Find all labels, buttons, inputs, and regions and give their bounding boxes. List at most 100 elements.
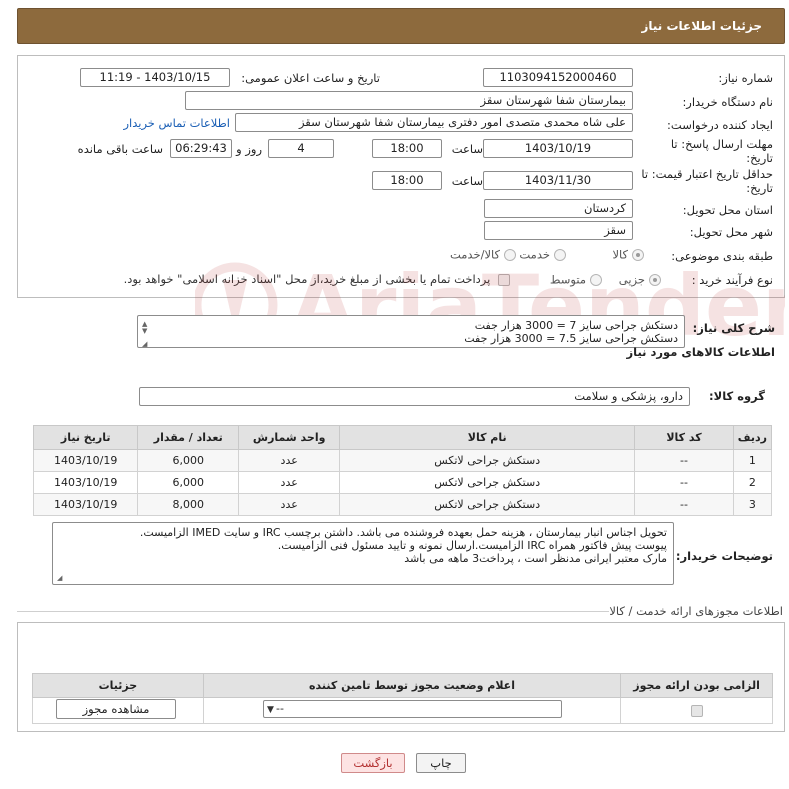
print-button[interactable]: چاپ [416, 753, 466, 773]
goods-group-field: دارو، پزشکی و سلامت [139, 387, 690, 406]
validity-label: حداقل تاریخ اعتبار قیمت: تا [641, 167, 773, 181]
resize-grip-icon[interactable]: ◢ [57, 572, 62, 584]
announce-datetime-field: 1403/10/15 - 11:19 [80, 68, 230, 87]
radio-icon[interactable] [554, 248, 566, 261]
item-code: -- [634, 449, 734, 472]
validity-time-label: ساعت [451, 174, 483, 188]
col-unit: واحد شمارش [238, 425, 341, 450]
validity-date-field: 1403/11/30 [483, 171, 633, 190]
province-label: استان محل تحویل: [682, 203, 773, 217]
item-quantity: 6,000 [137, 471, 240, 494]
col-quantity: تعداد / مقدار [137, 425, 240, 450]
table-row: 3 -- دستکش جراحی لاتکس عدد 8,000 1403/10… [32, 493, 773, 516]
requester-field: علی شاه محمدی متصدی امور دفتری بیمارستان… [235, 113, 633, 132]
buyer-contact-link[interactable]: اطلاعات تماس خریدار [123, 116, 230, 130]
treasury-payment-option[interactable]: پرداخت تمام یا بخشی از مبلغ خرید،از محل … [124, 272, 510, 286]
item-name: دستکش جراحی لاتکس [339, 493, 636, 516]
category-option-service[interactable]: خدمت [519, 247, 566, 262]
col-permit-required: الزامی بودن ارائه مجوز [620, 673, 773, 698]
purchase-option-minor[interactable]: جزیی [619, 272, 661, 287]
requester-label: ایجاد کننده درخواست: [667, 118, 773, 132]
item-need-date: 1403/10/19 [32, 493, 139, 516]
col-row-number: ردیف [732, 425, 773, 450]
province-field: کردستان [484, 199, 633, 218]
deadline-label: مهلت ارسال پاسخ: تا [670, 137, 773, 151]
goods-section-title: اطلاعات کالاهای مورد نیاز [626, 345, 775, 359]
summary-label: شرح کلی نیاز: [692, 321, 775, 335]
category-option-goods-service[interactable]: کالا/خدمت [450, 247, 516, 262]
remaining-time-label: ساعت باقی مانده [77, 142, 163, 156]
radio-icon[interactable] [504, 248, 516, 261]
deadline-date-field: 1403/10/19 [483, 139, 633, 158]
permit-status-value: -- [276, 702, 284, 715]
page-title: جزئیات اطلاعات نیاز [641, 19, 762, 33]
table-row: 1 -- دستکش جراحی لاتکس عدد 6,000 1403/10… [32, 449, 773, 472]
city-field: سقز [484, 221, 633, 240]
radio-icon[interactable] [590, 273, 602, 286]
remaining-time-field: 06:29:43 [170, 139, 232, 158]
permit-required-cell [620, 697, 773, 724]
goods-table: ردیف کد کالا نام کالا واحد شمارش تعداد /… [32, 425, 773, 516]
col-item-name: نام کالا [339, 425, 636, 450]
buyer-notes-line-2: پیوست پیش فاکتور همراه IRC الزامیست.ارسا… [277, 539, 667, 552]
checkbox-icon[interactable] [498, 273, 510, 286]
item-need-date: 1403/10/19 [32, 471, 139, 494]
buyer-notes-line-3: مارک معتبر ایرانی مدنظر است ، پرداخت3 ما… [404, 552, 667, 565]
buyer-notes-line-1: تحویل اجناس انبار بیمارستان ، هزینه حمل … [139, 526, 667, 539]
item-unit: عدد [238, 471, 341, 494]
item-name: دستکش جراحی لاتکس [339, 449, 636, 472]
col-permit-details: جزئیات [32, 673, 204, 698]
buyer-notes-label: توضیحات خریدار: [675, 549, 773, 563]
deadline-time-field: 18:00 [372, 139, 442, 158]
goods-group-label: گروه کالا: [709, 389, 765, 403]
remaining-days-field: 4 [268, 139, 334, 158]
buyer-org-field: بیمارستان شفا شهرستان سقز [185, 91, 633, 110]
permits-section-title: اطلاعات مجوزهای ارائه خدمت / کالا [609, 604, 783, 618]
resize-grip-icon[interactable]: ◢ [142, 338, 147, 347]
purchase-type-label: نوع فرآیند خرید : [691, 273, 773, 287]
chevron-down-icon: ▼ [267, 705, 274, 715]
item-unit: عدد [238, 493, 341, 516]
validity-time-field: 18:00 [372, 171, 442, 190]
summary-line-1: دستکش جراحی سایز 7 = 3000 هزار جفت [474, 319, 678, 332]
summary-box: دستکش جراحی سایز 7 = 3000 هزار جفت دستکش… [137, 315, 685, 348]
checkbox-icon [690, 705, 703, 717]
item-name: دستکش جراحی لاتکس [339, 471, 636, 494]
purchase-option-medium[interactable]: متوسط [550, 272, 602, 287]
announce-datetime-label: تاریخ و ساعت اعلان عمومی: [241, 71, 380, 85]
radio-icon[interactable] [649, 273, 661, 286]
category-option-goods[interactable]: کالا [612, 247, 644, 262]
category-label: طبقه بندی موضوعی: [671, 249, 773, 263]
back-button[interactable]: بازگشت [341, 753, 405, 773]
treasury-payment-note: پرداخت تمام یا بخشی از مبلغ خرید،از محل … [123, 272, 491, 286]
col-permit-status: اعلام وضعیت مجوز توسط تامین کننده [202, 673, 622, 698]
item-quantity: 8,000 [137, 493, 240, 516]
permit-status-select[interactable]: -- ▼ [263, 700, 562, 718]
item-unit: عدد [238, 449, 341, 472]
item-code: -- [634, 493, 734, 516]
item-code: -- [634, 471, 734, 494]
buyer-notes-box: تحویل اجناس انبار بیمارستان ، هزینه حمل … [52, 522, 674, 585]
need-number-label: شماره نیاز: [718, 71, 773, 85]
days-label: روز و [236, 142, 262, 156]
need-number-field: 1103094152000460 [483, 68, 633, 87]
validity-date-sublabel: تاریخ: [746, 181, 773, 195]
col-item-code: کد کالا [634, 425, 734, 450]
buyer-org-label: نام دستگاه خریدار: [682, 95, 773, 109]
col-need-date: تاریخ نیاز [32, 425, 139, 450]
table-row: 2 -- دستکش جراحی لاتکس عدد 6,000 1403/10… [32, 471, 773, 494]
row-number: 2 [732, 471, 773, 494]
deadline-date-sublabel: تاریخ: [746, 151, 773, 165]
row-number: 1 [732, 449, 773, 472]
view-permit-button[interactable]: مشاهده مجوز [56, 699, 176, 719]
item-need-date: 1403/10/19 [32, 449, 139, 472]
summary-line-2: دستکش جراحی سایز 7.5 = 3000 هزار جفت [464, 332, 678, 345]
scroll-down-icon[interactable]: ▼ [142, 325, 147, 338]
divider [17, 611, 609, 612]
radio-icon[interactable] [632, 248, 644, 261]
row-number: 3 [732, 493, 773, 516]
page-header: جزئیات اطلاعات نیاز [17, 8, 785, 44]
item-quantity: 6,000 [137, 449, 240, 472]
deadline-time-label: ساعت [451, 142, 483, 156]
city-label: شهر محل تحویل: [689, 225, 773, 239]
